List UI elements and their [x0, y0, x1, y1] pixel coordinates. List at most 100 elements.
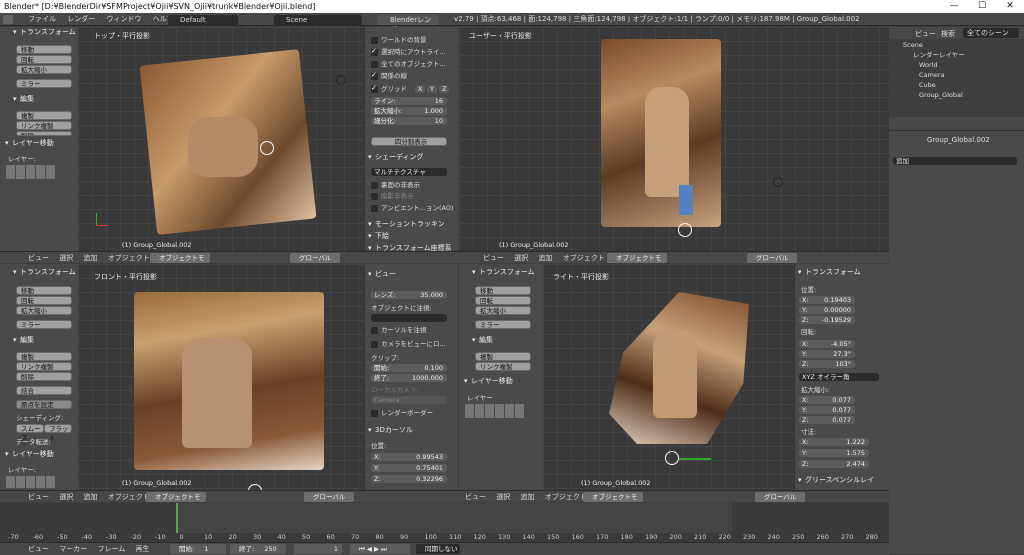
close-button[interactable]: ✕	[996, 0, 1024, 13]
minimize-button[interactable]: —	[940, 0, 968, 13]
start-frame-field[interactable]: 開始: 1	[170, 544, 226, 554]
outliner-world[interactable]: World	[919, 61, 938, 70]
cursor-z-field[interactable]: Z: 0.32296	[371, 475, 447, 483]
panel-transform[interactable]: トランスフォーム	[12, 268, 76, 277]
dimension-y-field[interactable]: Y: 1.575	[799, 449, 869, 457]
lock-cursor-checkbox[interactable]	[371, 327, 378, 334]
smooth-button[interactable]: スムーズ	[16, 424, 44, 442]
panel-3d-cursor[interactable]: 3Dカーソル	[367, 426, 413, 435]
scale-button[interactable]: 拡大縮小	[16, 65, 72, 74]
current-frame-line[interactable]	[176, 503, 178, 533]
panel-view[interactable]: ビュー	[367, 270, 396, 279]
flat-button[interactable]: フラット	[44, 424, 72, 442]
move-button[interactable]: 移動	[16, 286, 72, 295]
outliner-camera[interactable]: Camera	[919, 71, 945, 80]
orientation-selector[interactable]: グローバル	[755, 492, 805, 502]
menu-view[interactable]: ビュー	[28, 254, 49, 262]
menu-render[interactable]: レンダー	[67, 15, 95, 23]
cursor-3d[interactable]	[260, 141, 274, 155]
rotation-mode-selector[interactable]: XYZ オイラー角	[799, 373, 879, 381]
menu-select[interactable]: 選択	[496, 493, 510, 501]
rotation-z-field[interactable]: Z: 103°	[799, 360, 855, 368]
menu-add[interactable]: 追加	[83, 493, 97, 501]
viewport-top[interactable]: トップ・平行投影 (1) Group_Global.002	[78, 27, 364, 251]
matcap-selector[interactable]: マルチテクスチャ	[371, 168, 447, 176]
panel-layer-move[interactable]: レイヤー移動	[4, 450, 54, 459]
mode-selector[interactable]: オブジェクトモード	[150, 253, 210, 272]
add-modifier-button[interactable]: 追加	[893, 157, 1017, 165]
outliner-scene[interactable]: Scene	[903, 41, 923, 50]
all-objects-checkbox[interactable]	[371, 61, 378, 68]
move-button[interactable]: 移動	[475, 286, 531, 295]
layer-grid[interactable]	[465, 404, 525, 418]
panel-edit[interactable]: 編集	[471, 336, 493, 345]
grid-lines-field[interactable]: ライン: 16	[371, 97, 447, 105]
timeline-view-menu[interactable]: ビュー	[28, 545, 49, 553]
sync-selector[interactable]: 同期しない	[416, 544, 460, 554]
move-button[interactable]: 移動	[16, 45, 72, 54]
mode-selector[interactable]: オブジェクトモード	[607, 253, 667, 272]
menu-add[interactable]: 追加	[538, 254, 552, 262]
quad-view-button[interactable]: 四分割表示	[371, 137, 447, 146]
render-border-checkbox[interactable]	[371, 410, 378, 417]
mirror-button[interactable]: ミラー	[16, 320, 72, 329]
lock-object-field[interactable]	[371, 314, 447, 322]
location-x-field[interactable]: X: 0.19403	[799, 296, 855, 304]
menu-window[interactable]: ウィンドウ	[106, 15, 141, 23]
panel-layer-move[interactable]: レイヤー移動	[463, 377, 513, 386]
lock-camera-checkbox[interactable]	[371, 341, 378, 348]
panel-transform[interactable]: トランスフォーム	[797, 268, 861, 277]
menu-view[interactable]: ビュー	[483, 254, 504, 262]
layout-selector[interactable]: Default	[168, 15, 238, 25]
panel-transform[interactable]: トランスフォーム	[12, 28, 76, 37]
menu-object[interactable]: オブジェクト	[545, 493, 587, 501]
outliner-cube[interactable]: Cube	[919, 81, 936, 90]
menu-add[interactable]: 追加	[83, 254, 97, 262]
delete-button[interactable]: 削除	[16, 372, 72, 381]
axis-x-toggle[interactable]: X	[415, 85, 425, 93]
scene-selector[interactable]: Scene	[274, 15, 362, 25]
dimension-x-field[interactable]: X: 1.222	[799, 438, 869, 446]
outliner-search-menu[interactable]: 検索	[941, 29, 955, 39]
mode-selector[interactable]: オブジェクトモード	[583, 492, 643, 511]
location-y-field[interactable]: Y: 0.00000	[799, 306, 855, 314]
panel-background-images[interactable]: 下絵	[367, 232, 389, 241]
outliner-view-menu[interactable]: ビュー	[915, 29, 936, 39]
panel-layer-move[interactable]: レイヤー移動	[4, 139, 54, 148]
orientation-selector[interactable]: グローバル	[304, 492, 354, 502]
layer-grid[interactable]	[6, 165, 56, 179]
orientation-selector[interactable]: グローバル	[290, 253, 340, 263]
maximize-button[interactable]: ☐	[968, 0, 996, 13]
panel-motion-tracking[interactable]: モーショントラッキン	[367, 220, 445, 229]
axis-z-toggle[interactable]: Z	[439, 85, 449, 93]
clip-end-field[interactable]: 終了: 1000.000	[371, 374, 447, 382]
mirror-button[interactable]: ミラー	[475, 320, 531, 329]
cursor-x-field[interactable]: X: 0.99543	[371, 453, 447, 461]
relation-lines-checkbox[interactable]	[371, 71, 378, 80]
timeline-playback-menu[interactable]: 再生	[136, 545, 150, 553]
link-duplicate-button[interactable]: リンク複製	[475, 362, 531, 371]
viewport-user[interactable]: ユーザー・平行投影 (1) Group_Global.002	[459, 27, 889, 251]
lens-field[interactable]: レンズ: 35.000	[371, 291, 447, 299]
scale-z-field[interactable]: Z: 0.077	[799, 416, 855, 424]
rotation-y-field[interactable]: Y: 27.3°	[799, 350, 855, 358]
menu-view[interactable]: ビュー	[28, 493, 49, 501]
cursor-3d[interactable]	[665, 451, 679, 465]
cursor-y-field[interactable]: Y: 0.75401	[371, 464, 447, 472]
rotate-button[interactable]: 回転	[16, 55, 72, 64]
menu-select[interactable]: 選択	[59, 254, 73, 262]
mirror-button[interactable]: ミラー	[16, 79, 72, 88]
timeline-frame-menu[interactable]: フレーム	[97, 545, 125, 553]
menu-view[interactable]: ビュー	[465, 493, 486, 501]
panel-transform[interactable]: トランスフォーム	[471, 268, 535, 277]
mode-selector[interactable]: オブジェクトモード	[146, 492, 206, 511]
viewport-front[interactable]: フロント・平行投影 (1) Group_Global.002	[78, 264, 364, 490]
scale-y-field[interactable]: Y: 0.077	[799, 406, 855, 414]
panel-edit[interactable]: 編集	[12, 336, 34, 345]
scale-button[interactable]: 拡大縮小	[475, 306, 531, 315]
layer-grid[interactable]	[6, 476, 56, 488]
backface-checkbox[interactable]	[371, 182, 378, 189]
duplicate-button[interactable]: 複製	[16, 352, 72, 361]
timeline-marker-menu[interactable]: マーカー	[59, 545, 87, 553]
properties-tabs[interactable]	[889, 117, 1024, 131]
